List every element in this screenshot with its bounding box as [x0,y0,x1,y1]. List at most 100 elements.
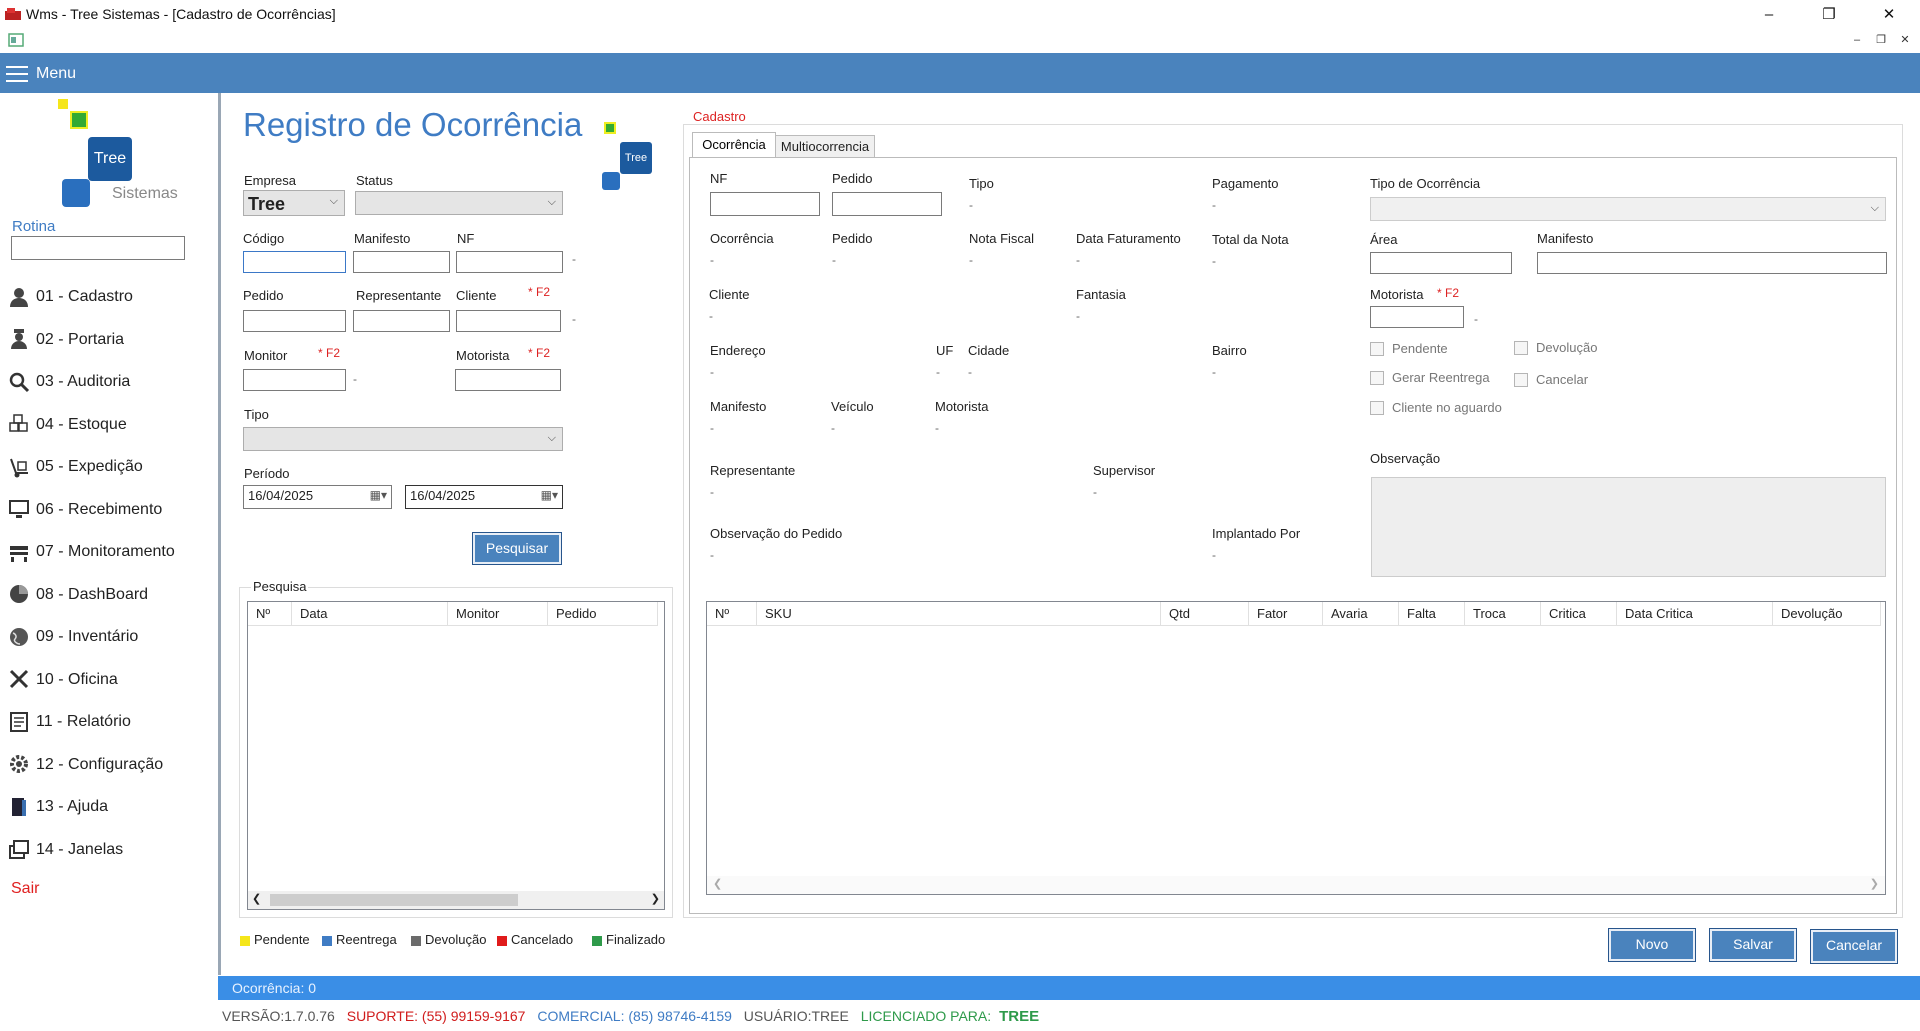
manifesto-cad-input[interactable] [1537,252,1887,274]
devolucao-checkbox[interactable] [1514,341,1528,355]
observacao-pedido-value: - [710,548,714,562]
grid-column-header[interactable]: Monitor [448,602,548,626]
sidebar-item[interactable]: 01 - Cadastro [8,282,213,312]
tree-logo: Tree Sistemas [58,99,198,211]
nf-cad-input[interactable] [710,192,820,216]
novo-button[interactable]: Novo [1608,928,1696,962]
cliente-input[interactable] [456,310,561,332]
implantado-por-label: Implantado Por [1212,526,1301,541]
devolucao-checkbox-label: Devolução [1536,340,1598,355]
empresa-select[interactable]: Tree ⌵ [243,190,345,216]
pesquisa-grid[interactable]: Nº Data Monitor Pedido ❮ ❯ [247,601,665,910]
scroll-right-icon[interactable]: ❯ [651,892,660,905]
motorista-input[interactable] [455,369,561,391]
sidebar-item[interactable]: 10 - Oficina [8,665,213,695]
guard-icon [11,329,27,350]
codigo-input[interactable] [243,251,346,273]
grid-column-header[interactable]: Data [292,602,448,626]
horizontal-scrollbar[interactable]: ❮ ❯ [248,891,664,909]
mdi-minimize-icon[interactable]: – [1848,31,1866,49]
cliente-aguardo-checkbox[interactable] [1370,401,1384,415]
scrollbar-thumb[interactable] [270,894,518,906]
manifesto-input[interactable] [353,251,450,273]
sidebar-item[interactable]: 06 - Recebimento [8,495,213,525]
sidebar-item[interactable]: 04 - Estoque [8,410,213,440]
date-to-picker[interactable]: 16/04/2025 ▦▾ [405,485,563,509]
sidebar-item[interactable]: 05 - Expedição [8,452,213,482]
mdi-restore-icon[interactable]: ❐ [1872,31,1890,49]
mdi-close-icon[interactable]: ✕ [1896,31,1914,49]
items-column-header[interactable]: Critica [1541,602,1617,626]
pedido-cad-input[interactable] [832,192,942,216]
salvar-button[interactable]: Salvar [1709,928,1797,962]
monitor-input[interactable] [243,369,346,391]
sidebar-item[interactable]: 14 - Janelas [8,835,213,865]
search-button[interactable]: Pesquisar [472,532,562,565]
items-column-header[interactable]: Avaria [1323,602,1399,626]
motorista-cad-input[interactable] [1370,306,1464,328]
motorista-label: Motorista [456,348,510,363]
area-input[interactable] [1370,252,1512,274]
items-column-header[interactable]: Falta [1399,602,1465,626]
items-grid[interactable]: Nº SKU Qtd Fator Avaria Falta Troca Critica Data… [706,601,1886,895]
items-column-header[interactable]: Fator [1249,602,1323,626]
sidebar-item[interactable]: 12 - Configuração [8,750,213,780]
grid-column-header[interactable]: Pedido [548,602,658,626]
items-column-header[interactable]: Nº [707,602,757,626]
sidebar-item-label: 11 - Relatório [36,713,131,730]
calendar-icon[interactable]: ▦▾ [541,488,558,502]
representante-input[interactable] [353,310,450,332]
codigo-label: Código [243,231,285,246]
items-column-header[interactable]: Data Critica [1617,602,1773,626]
sidebar-item[interactable]: 03 - Auditoria [8,367,213,397]
scroll-left-icon[interactable]: ❮ [252,892,261,905]
uf-label: UF [936,343,954,358]
pedido-label: Pedido [832,171,873,186]
nf-label: NF [710,171,728,186]
tab-multiocorrencia[interactable]: Multiocorrencia [775,135,875,158]
hamburger-icon[interactable] [6,66,28,82]
items-column-header[interactable]: Qtd [1161,602,1249,626]
ocorrencia-label: Ocorrência [710,231,774,246]
cancelar-button[interactable]: Cancelar [1810,929,1898,964]
tipo-select[interactable]: ⌵ [243,427,563,451]
menu-label[interactable]: Menu [36,65,76,83]
items-horizontal-scrollbar[interactable]: ❮ ❯ [707,876,1885,894]
sidebar-item[interactable]: 02 - Portaria [8,325,213,355]
sidebar-item[interactable]: 13 - Ajuda [8,792,213,822]
tab-ocorrencia[interactable]: Ocorrência [692,132,776,158]
scroll-right-icon[interactable]: ❯ [1870,877,1879,890]
minimize-icon[interactable]: – [1746,0,1792,30]
status-select[interactable]: ⌵ [355,191,563,215]
items-column-header[interactable]: Troca [1465,602,1541,626]
items-column-header[interactable]: SKU [757,602,1161,626]
representante-label: Representante [356,288,442,303]
rotina-input[interactable] [11,236,185,260]
observacao-textarea[interactable] [1371,477,1886,577]
sidebar-item[interactable]: 09 - Inventário [8,622,213,652]
calendar-icon[interactable]: ▦▾ [370,488,387,502]
veiculo-value: - [831,421,835,435]
pedido-input[interactable] [243,310,346,332]
scroll-left-icon[interactable]: ❮ [713,877,722,890]
exit-link[interactable]: Sair [11,880,39,898]
items-column-header[interactable]: Devolução [1773,602,1881,626]
restore-icon[interactable]: ❐ [1806,0,1852,30]
gerar-reentrega-checkbox-label: Gerar Reentrega [1392,370,1490,385]
date-from-picker[interactable]: 16/04/2025 ▦▾ [243,485,392,509]
pedido-label: Pedido [243,288,284,303]
tipo-ocorrencia-select[interactable]: ⌵ [1370,197,1886,221]
sidebar-item[interactable]: 07 - Monitoramento [8,537,213,567]
footer-commercial: COMERCIAL: (85) 98746-4159 [537,1008,732,1024]
pendente-checkbox[interactable] [1370,342,1384,356]
grid-column-header[interactable]: Nº [248,602,292,626]
cancelar-checkbox[interactable] [1514,373,1528,387]
sidebar-item[interactable]: 08 - DashBoard [8,580,213,610]
close-icon[interactable]: ✕ [1866,0,1912,30]
gerar-reentrega-checkbox[interactable] [1370,371,1384,385]
nf-input[interactable] [456,251,563,273]
sidebar-item[interactable]: 11 - Relatório [8,707,213,737]
menu-bar[interactable]: Menu [0,53,1920,93]
bairro-value: - [1212,365,1216,379]
sidebar-item-label: 05 - Expedição [36,458,143,475]
